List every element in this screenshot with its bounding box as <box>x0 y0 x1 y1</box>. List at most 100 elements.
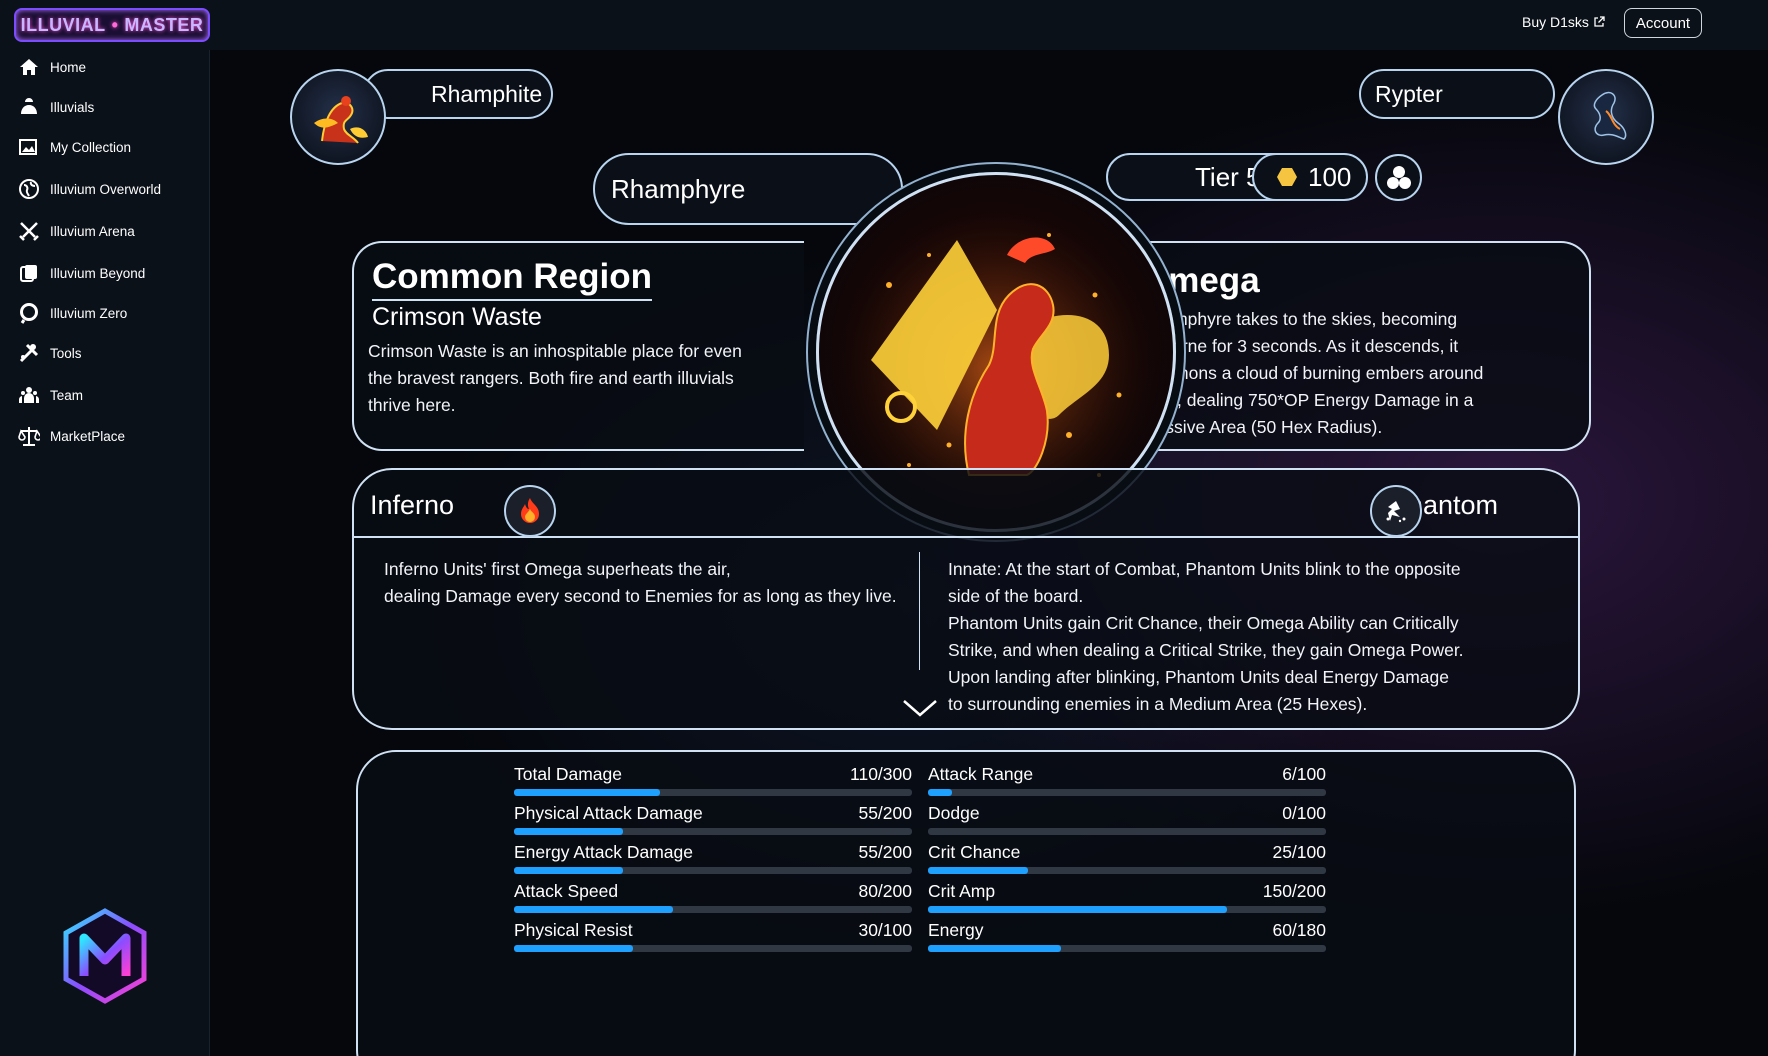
sidebar-item-label: Illuvials <box>50 99 95 115</box>
omega-panel: Omega Rhamphyre takes to the skies, beco… <box>1141 241 1591 451</box>
affinity-description-line-1: Inferno Units' first Omega superheats th… <box>384 559 731 579</box>
stat-bar-fill <box>514 945 634 952</box>
stat-value: 60/180 <box>1272 920 1326 940</box>
sidebar-item-illuvium-zero[interactable]: Illuvium Zero <box>18 302 127 324</box>
chevron-down-icon[interactable] <box>902 698 938 718</box>
sidebar-item-label: Home <box>50 59 87 75</box>
stat-label: Energy Attack Damage <box>514 842 693 862</box>
stat-label: Physical Resist <box>514 920 633 940</box>
stat-bar-track <box>514 789 912 796</box>
sidebar-item-label: My Collection <box>50 139 132 155</box>
next-evolution-avatar[interactable] <box>1558 69 1654 165</box>
scales-icon <box>18 425 40 447</box>
stat-bar-fill <box>928 945 1061 952</box>
tools-icon <box>18 342 40 364</box>
region-name: Crimson Waste <box>372 303 542 331</box>
stat-bar-fill <box>514 789 660 796</box>
zero-icon <box>18 302 40 324</box>
class-description-line-1: Innate: At the start of Combat, Phantom … <box>948 559 1461 606</box>
affinity-name: Inferno <box>370 490 455 520</box>
stat-bar-fill <box>514 828 624 835</box>
class-badge[interactable] <box>1370 485 1422 537</box>
logo-text-left: ILLUVIAL <box>20 14 106 35</box>
stat-value: 55/200 <box>858 803 912 823</box>
previous-evolution-button[interactable]: Rhamphite <box>363 69 553 119</box>
top-bar: ILLUVIAL • MASTER Buy D1sks Account <box>0 0 1768 50</box>
team-icon <box>18 384 40 406</box>
buy-disks-label: Buy D1sks <box>1522 14 1589 30</box>
phantom-icon <box>1386 501 1406 523</box>
sidebar-item-my-collection[interactable]: My Collection <box>18 136 131 158</box>
omega-description: Rhamphyre takes to the skies, becoming A… <box>1141 309 1484 437</box>
crossed-swords-icon <box>18 220 40 242</box>
stat-label: Attack Speed <box>514 881 619 901</box>
stat-bar-track <box>514 867 912 874</box>
buy-disks-link[interactable]: Buy D1sks <box>1522 14 1605 30</box>
home-icon <box>18 56 40 78</box>
stat-label: Total Damage <box>514 764 622 784</box>
external-link-icon <box>1594 16 1605 27</box>
stat-label: Crit Chance <box>928 842 1021 862</box>
synergy-toggle-button[interactable] <box>1375 154 1422 201</box>
gallery-icon <box>18 136 40 158</box>
sidebar-item-label: Illuvium Overworld <box>50 181 162 197</box>
stat-label: Dodge <box>928 803 980 823</box>
sidebar-item-label: Tools <box>50 345 82 361</box>
stat-bar-track <box>928 828 1326 835</box>
stat-label: Attack Range <box>928 764 1034 784</box>
app-root: ILLUVIAL • MASTER Buy D1sks Account Home… <box>0 0 1768 1056</box>
stat-bar-track <box>514 906 912 913</box>
synergy-panel: Inferno Phantom Inferno Units' first Ome… <box>352 468 1580 730</box>
sidebar-item-label: MarketPlace <box>50 428 126 444</box>
creature-icon <box>18 96 40 118</box>
illuvial-master-logo[interactable]: ILLUVIAL • MASTER <box>14 8 210 42</box>
fire-icon <box>521 498 539 523</box>
sidebar-item-team[interactable]: Team <box>18 384 83 406</box>
stat-value: 30/100 <box>858 920 912 940</box>
three-orbs-icon <box>1386 165 1411 189</box>
stat-bar-fill <box>514 867 624 874</box>
stat-bar-track <box>928 906 1326 913</box>
sidebar-item-illuvium-beyond[interactable]: Illuvium Beyond <box>18 262 145 284</box>
region-description: Crimson Waste is an inhospitable place f… <box>368 341 742 415</box>
main-content: Rhamphite Rypter Rhamphyre Tier 5 100 Co… <box>211 50 1768 1056</box>
stat-bar-track <box>928 789 1326 796</box>
stat-value: 150/200 <box>1262 881 1326 901</box>
class-description-line-2: Phantom Units gain Crit Chance, their Om… <box>948 613 1464 714</box>
sidebar-item-home[interactable]: Home <box>18 56 86 78</box>
globe-icon <box>18 178 40 200</box>
sidebar-item-illuvium-arena[interactable]: Illuvium Arena <box>18 220 135 242</box>
gold-coin-icon <box>1277 168 1297 186</box>
stat-bar-fill <box>928 906 1227 913</box>
sidebar-item-illuvials[interactable]: Illuvials <box>18 96 94 118</box>
region-panel: Common Region Crimson Waste Crimson Wast… <box>352 241 804 451</box>
previous-evolution-name: Rhamphite <box>431 80 543 107</box>
affinity-badge[interactable] <box>504 485 556 537</box>
sidebar-item-label: Illuvium Arena <box>50 223 135 239</box>
cost-badge: 100 <box>1252 153 1368 201</box>
next-evolution-button[interactable]: Rypter <box>1359 69 1555 119</box>
stat-value: 25/100 <box>1272 842 1326 862</box>
logo-text-right: MASTER <box>124 14 204 35</box>
current-illuvial-name: Rhamphyre <box>611 173 746 204</box>
sidebar-item-tools[interactable]: Tools <box>18 342 82 364</box>
sidebar-item-illuvium-overworld[interactable]: Illuvium Overworld <box>18 178 161 200</box>
m-brand-logo-icon[interactable] <box>62 908 148 1004</box>
stat-value: 0/100 <box>1282 803 1326 823</box>
logo-separator: • <box>111 14 119 35</box>
stat-bar-fill <box>928 789 952 796</box>
stat-bar-fill <box>928 867 1028 874</box>
affinity-description-line-2: dealing Damage every second to Enemies f… <box>384 586 897 606</box>
sidebar-item-label: Illuvium Zero <box>50 305 128 321</box>
sidebar-item-marketplace[interactable]: MarketPlace <box>18 425 125 447</box>
stat-bar-fill <box>514 906 674 913</box>
stat-bar-track <box>928 945 1326 952</box>
affinity-description: Inferno Units' first Omega superheats th… <box>384 556 924 610</box>
stat-value: 6/100 <box>1282 764 1326 784</box>
synergy-column-divider <box>919 552 920 670</box>
class-description: Innate: At the start of Combat, Phantom … <box>948 556 1464 718</box>
stat-value: 55/200 <box>858 842 912 862</box>
stat-bar-track <box>514 828 912 835</box>
previous-evolution-avatar[interactable] <box>290 69 386 165</box>
account-button[interactable]: Account <box>1624 8 1702 38</box>
